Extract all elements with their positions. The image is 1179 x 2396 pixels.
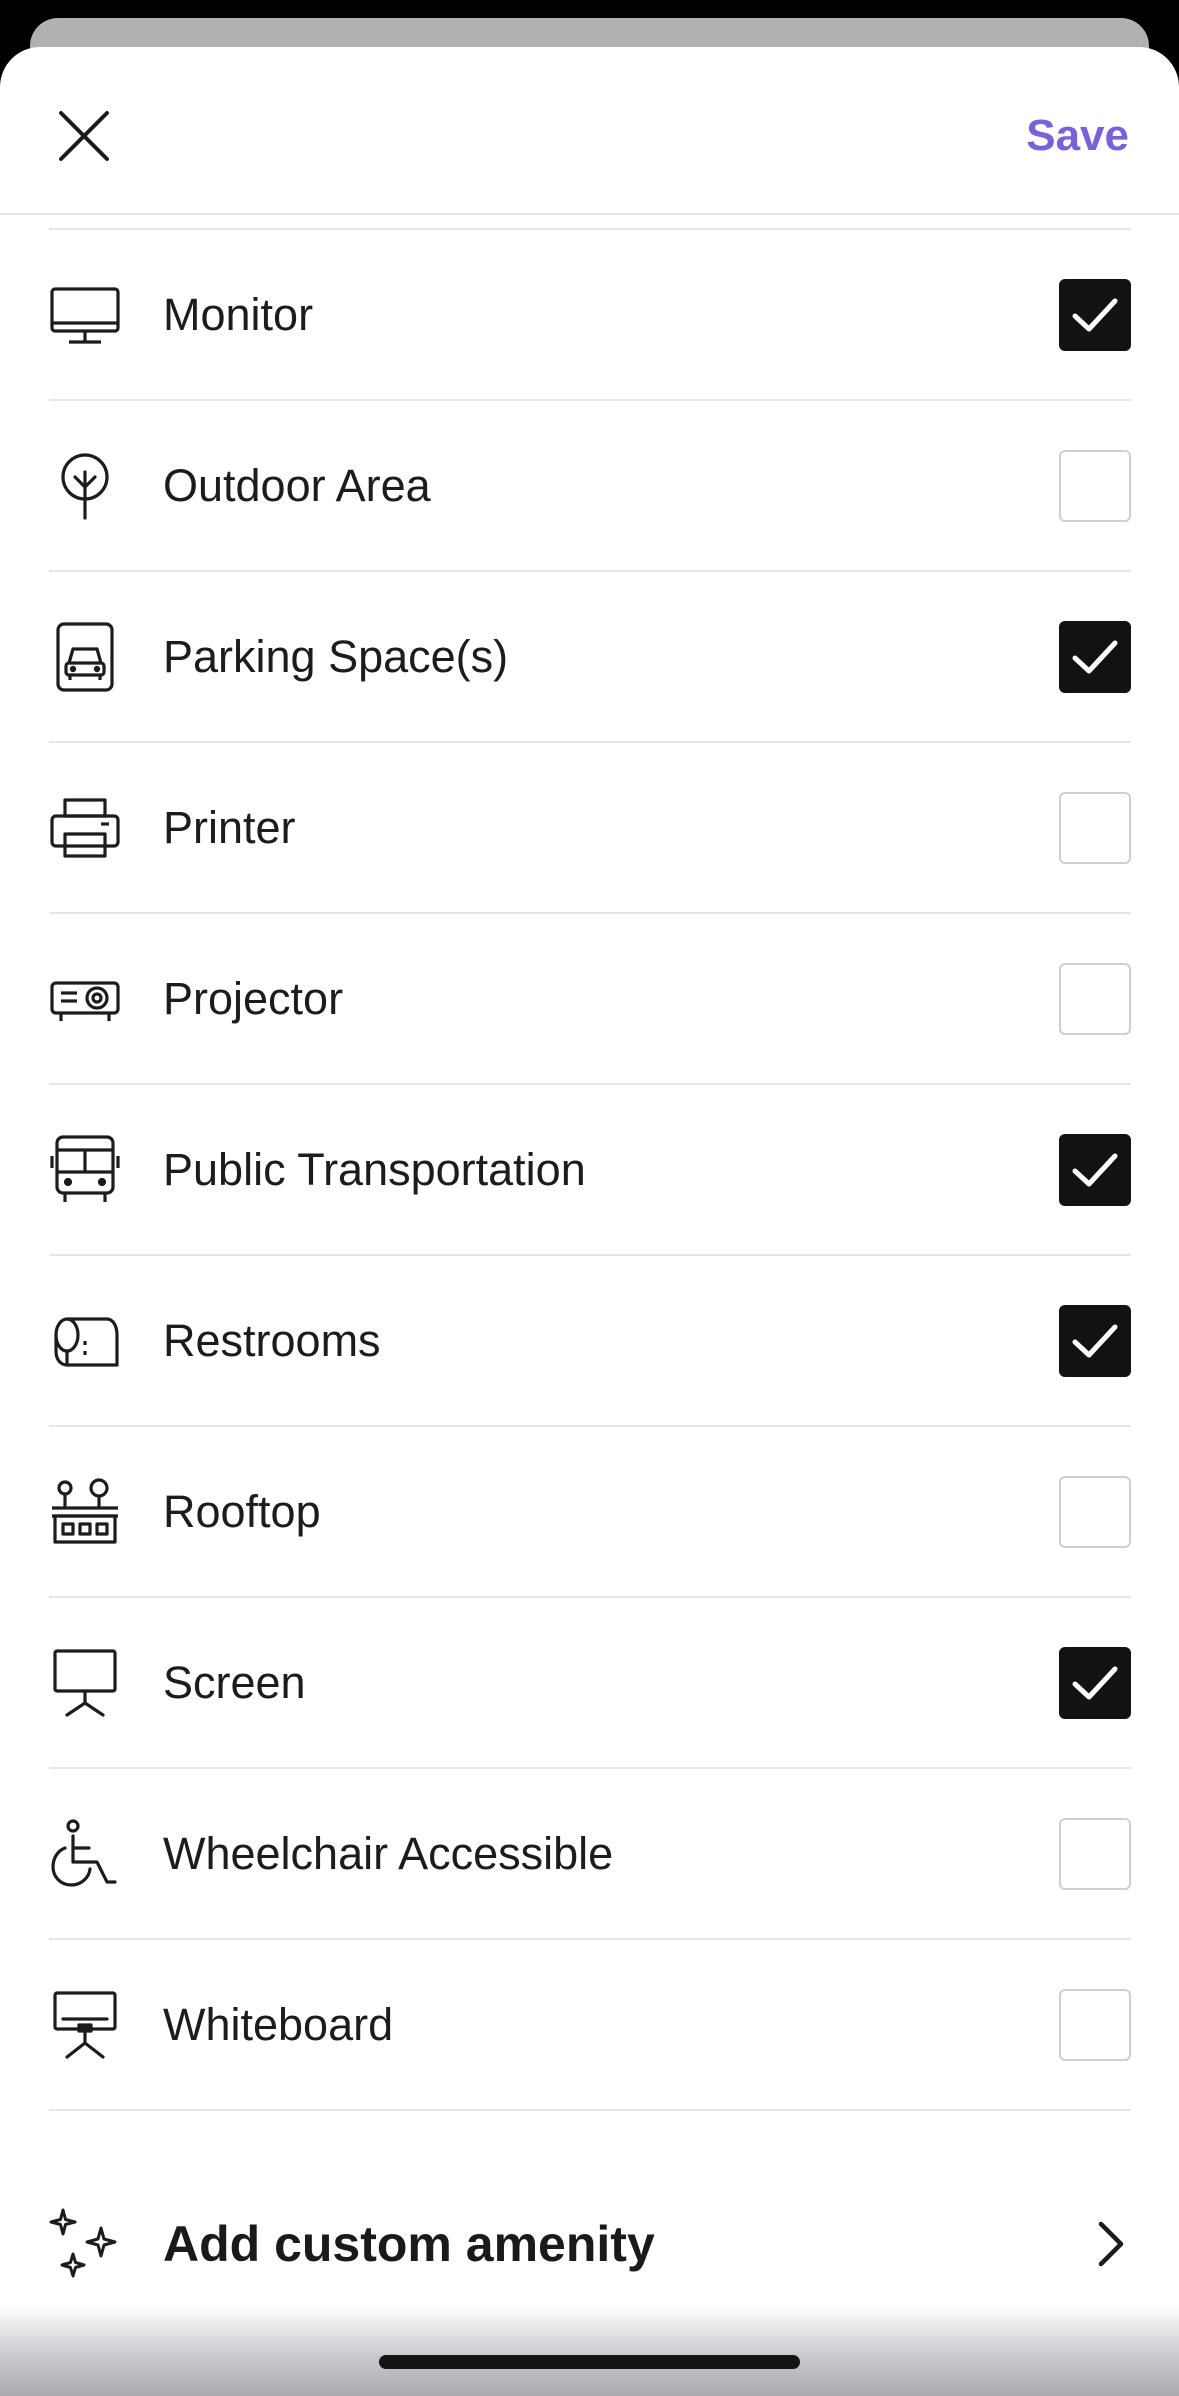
- amenity-label: Printer: [163, 801, 296, 853]
- amenity-row-screen[interactable]: Screen: [49, 1598, 1131, 1769]
- add-custom-amenity-button[interactable]: Add custom amenity: [49, 2159, 1131, 2329]
- amenity-row-restrooms[interactable]: Restrooms: [49, 1256, 1131, 1427]
- amenity-label: Projector: [163, 972, 344, 1024]
- chevron-right-icon: [1091, 2214, 1131, 2274]
- save-button[interactable]: Save: [1026, 102, 1129, 170]
- printer-icon: [49, 792, 121, 864]
- add-custom-amenity-label: Add custom amenity: [163, 2216, 655, 2272]
- amenity-checkbox[interactable]: [1059, 449, 1131, 522]
- amenity-label: Wheelchair Accessible: [163, 1827, 614, 1879]
- amenity-row-public-transportation[interactable]: Public Transportation: [49, 1085, 1131, 1256]
- amenity-checkbox[interactable]: [1059, 1817, 1131, 1890]
- amenity-row-parking[interactable]: Parking Space(s): [49, 572, 1131, 743]
- amenity-row-monitor[interactable]: Monitor: [49, 230, 1131, 401]
- home-indicator[interactable]: [379, 2355, 800, 2369]
- wheelchair-icon: [49, 1818, 121, 1890]
- sparkles-icon: [49, 2208, 121, 2280]
- bus-icon: [49, 1134, 121, 1206]
- amenity-row-rooftop[interactable]: Rooftop: [49, 1427, 1131, 1598]
- amenity-row-wheelchair[interactable]: Wheelchair Accessible: [49, 1769, 1131, 1940]
- checkmark-icon: [1072, 1324, 1118, 1357]
- amenity-label: Screen: [163, 1656, 306, 1708]
- amenity-checkbox[interactable]: [1059, 1304, 1131, 1377]
- amenity-label: Parking Space(s): [163, 630, 509, 682]
- presentation-screen-icon: [49, 1647, 121, 1719]
- amenity-label: Monitor: [163, 288, 314, 340]
- amenity-label: Whiteboard: [163, 1998, 394, 2050]
- amenity-list: Monitor Outdoor Area Parking Space(s) Pr…: [49, 228, 1131, 2111]
- amenity-label: Outdoor Area: [163, 459, 431, 511]
- checkmark-icon: [1072, 640, 1118, 673]
- whiteboard-icon: [49, 1989, 121, 2061]
- tree-icon: [49, 450, 121, 522]
- amenity-checkbox[interactable]: [1059, 791, 1131, 864]
- amenity-checkbox[interactable]: [1059, 962, 1131, 1035]
- amenity-label: Rooftop: [163, 1485, 321, 1537]
- toilet-paper-icon: [49, 1305, 121, 1377]
- amenity-row-projector[interactable]: Projector: [49, 914, 1131, 1085]
- car-icon: [49, 621, 121, 693]
- amenity-label: Public Transportation: [163, 1143, 586, 1195]
- rooftop-icon: [49, 1476, 121, 1548]
- bottom-fade: [0, 2306, 1179, 2396]
- amenity-label: Restrooms: [163, 1314, 381, 1366]
- projector-icon: [49, 963, 121, 1035]
- monitor-icon: [49, 279, 121, 351]
- close-button[interactable]: [50, 102, 118, 170]
- amenities-sheet: Save Monitor Outdoor Area Parking Space(…: [0, 47, 1179, 2396]
- amenity-row-outdoor-area[interactable]: Outdoor Area: [49, 401, 1131, 572]
- amenity-checkbox[interactable]: [1059, 278, 1131, 351]
- amenity-checkbox[interactable]: [1059, 1133, 1131, 1206]
- checkmark-icon: [1072, 1666, 1118, 1699]
- checkmark-icon: [1072, 1153, 1118, 1186]
- amenity-checkbox[interactable]: [1059, 1646, 1131, 1719]
- close-icon: [59, 111, 109, 161]
- sheet-header: Save: [0, 47, 1179, 215]
- amenity-checkbox[interactable]: [1059, 620, 1131, 693]
- checkmark-icon: [1072, 298, 1118, 331]
- amenity-checkbox[interactable]: [1059, 1988, 1131, 2061]
- amenity-row-printer[interactable]: Printer: [49, 743, 1131, 914]
- amenity-checkbox[interactable]: [1059, 1475, 1131, 1548]
- amenity-row-whiteboard[interactable]: Whiteboard: [49, 1940, 1131, 2111]
